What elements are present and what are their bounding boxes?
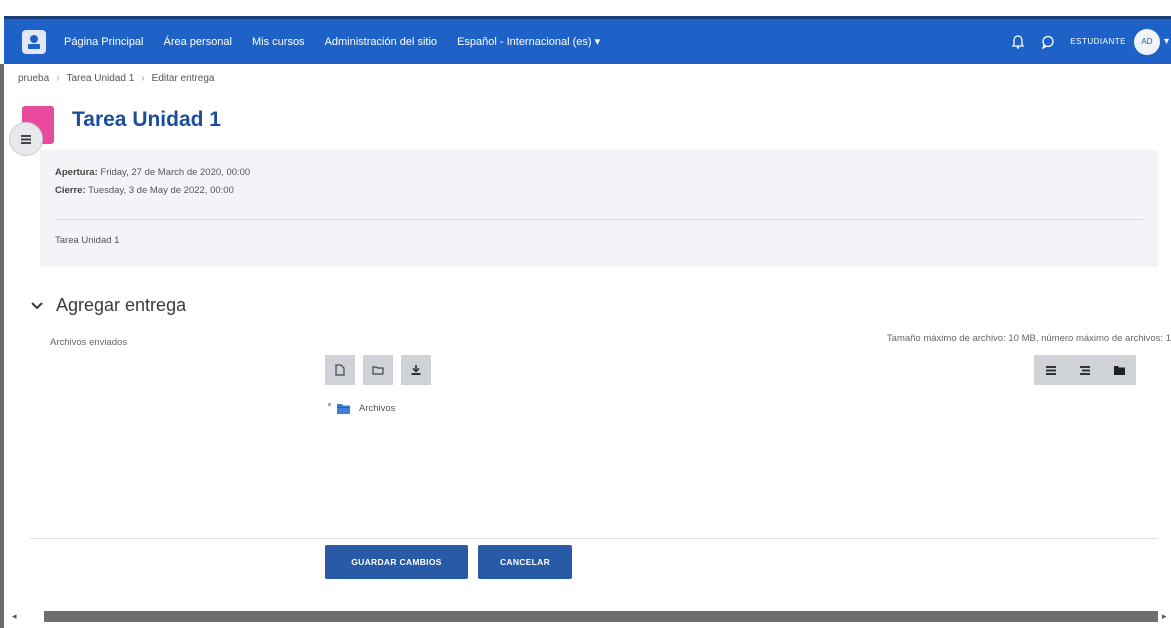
section-toggle-add-submission[interactable]: Agregar entrega — [30, 295, 186, 316]
save-changes-button[interactable]: GUARDAR CAMBIOS — [325, 545, 468, 579]
user-role[interactable]: ESTUDIANTE — [1070, 37, 1126, 46]
icon-view-button[interactable] — [1034, 355, 1068, 385]
opening-label: Apertura: — [55, 167, 98, 178]
chevron-down-icon — [31, 301, 43, 309]
filepicker-toolbar — [325, 355, 439, 385]
folder-tree-root[interactable]: Archivos — [328, 403, 395, 414]
opening-value: Friday, 27 de March de 2020, 00:00 — [97, 167, 251, 178]
download-icon — [411, 365, 421, 375]
breadcrumb: prueba › Tarea Unidad 1 › Editar entrega — [18, 73, 214, 84]
chat-icon[interactable] — [1040, 34, 1056, 50]
site-logo[interactable] — [22, 29, 46, 54]
nav-link-dashboard[interactable]: Área personal — [164, 36, 233, 48]
closing-date: Cierre: Tuesday, 3 de May de 2022, 00:00 — [55, 185, 234, 196]
add-file-icon — [335, 364, 345, 376]
form-divider — [30, 538, 1158, 539]
opening-date: Apertura: Friday, 27 de March de 2020, 0… — [55, 167, 250, 178]
info-divider — [55, 219, 1143, 220]
nav-link-my-courses[interactable]: Mis cursos — [252, 36, 305, 48]
user-menu-caret[interactable]: ▾ — [1164, 36, 1169, 47]
folder-label: Archivos — [359, 403, 396, 414]
section-title: Agregar entrega — [56, 295, 187, 315]
create-folder-icon — [372, 366, 384, 375]
filepicker-view-toolbar — [1034, 355, 1136, 385]
add-file-button[interactable] — [325, 355, 355, 385]
breadcrumb-separator: › — [56, 73, 60, 84]
window-left-border — [0, 64, 4, 628]
window-top-strip — [0, 0, 1171, 16]
nav-link-site-admin[interactable]: Administración del sitio — [325, 36, 438, 48]
download-all-button[interactable] — [401, 355, 431, 385]
list-view-button[interactable] — [1068, 355, 1102, 385]
page-title: Tarea Unidad 1 — [72, 108, 221, 131]
horizontal-scrollbar[interactable]: ◂ ▸ — [4, 606, 1171, 628]
tree-view-button[interactable] — [1102, 355, 1136, 385]
files-field-label: Archivos enviados — [50, 337, 128, 348]
bell-icon[interactable] — [1010, 34, 1026, 50]
drawer-toggle-button[interactable] — [9, 122, 43, 156]
language-menu[interactable]: Español - Internacional (es) ▾ — [457, 35, 600, 48]
closing-value: Tuesday, 3 de May de 2022, 00:00 — [85, 185, 234, 196]
icon-view-icon — [1046, 365, 1056, 375]
list-view-icon — [1080, 365, 1090, 375]
cancel-button[interactable]: CANCELAR — [478, 545, 572, 579]
folder-icon — [337, 404, 350, 414]
assignment-info-box: Apertura: Friday, 27 de March de 2020, 0… — [40, 150, 1158, 267]
scroll-left-arrow-icon[interactable]: ◂ — [12, 611, 17, 622]
tree-dot — [328, 403, 331, 406]
create-folder-button[interactable] — [363, 355, 393, 385]
scroll-right-arrow-icon[interactable]: ▸ — [1162, 611, 1167, 622]
breadcrumb-separator: › — [141, 73, 145, 84]
avatar[interactable]: AD — [1133, 28, 1160, 55]
breadcrumb-item-course[interactable]: prueba — [18, 73, 49, 84]
top-navbar: Página Principal Área personal Mis curso… — [4, 16, 1171, 64]
hamburger-icon — [21, 134, 31, 144]
breadcrumb-item-assignment[interactable]: Tarea Unidad 1 — [66, 73, 134, 84]
max-file-info: Tamaño máximo de archivo: 10 MB, número … — [886, 333, 1171, 344]
nav-link-home[interactable]: Página Principal — [64, 36, 144, 48]
scrollbar-thumb[interactable] — [44, 611, 1158, 622]
tree-view-icon — [1113, 365, 1125, 375]
assignment-description: Tarea Unidad 1 — [55, 235, 120, 246]
closing-label: Cierre: — [55, 185, 86, 196]
breadcrumb-item-edit-submission[interactable]: Editar entrega — [152, 73, 215, 84]
